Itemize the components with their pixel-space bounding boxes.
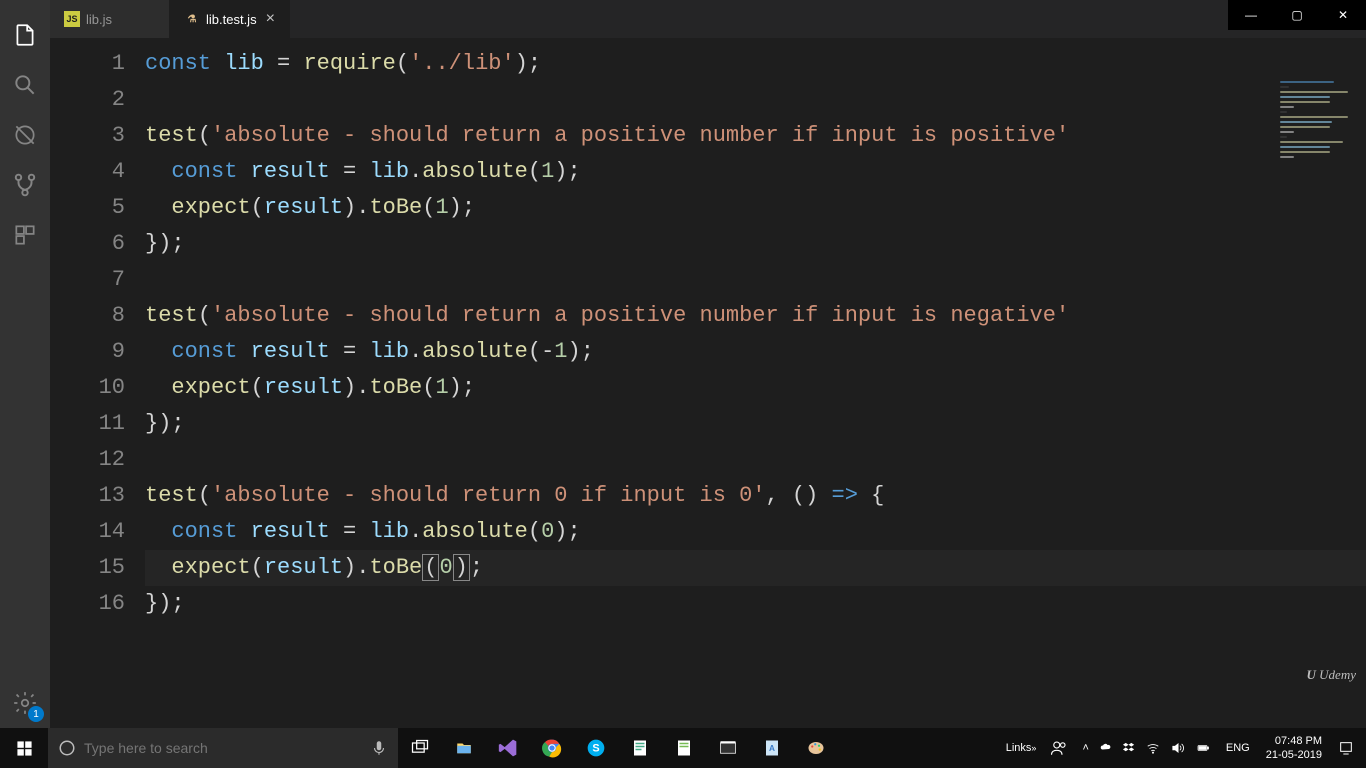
file-explorer-icon[interactable] xyxy=(442,728,486,768)
source-control-icon[interactable] xyxy=(0,160,50,210)
udemy-watermark: U Udemy xyxy=(1307,667,1356,683)
mic-icon[interactable] xyxy=(370,739,388,757)
extensions-icon[interactable] xyxy=(0,210,50,260)
task-view-icon[interactable] xyxy=(398,728,442,768)
clock-time: 07:48 PM xyxy=(1275,734,1322,748)
minimize-button[interactable]: — xyxy=(1228,0,1274,30)
skype-icon[interactable]: S xyxy=(574,728,618,768)
settings-icon[interactable]: 1 xyxy=(0,678,50,728)
tab-label: lib.js xyxy=(86,12,112,27)
editor-tabs: JS lib.js ⚗ lib.test.js × xyxy=(50,0,1366,38)
settings-badge: 1 xyxy=(28,706,44,722)
code-editor[interactable]: 12345678910111213141516 const lib = requ… xyxy=(50,38,1366,728)
close-tab-icon[interactable]: × xyxy=(266,10,275,28)
links-toolbar[interactable]: Links » xyxy=(1000,728,1043,768)
system-tray[interactable]: ˄ xyxy=(1076,728,1217,768)
file-type-icon: ⚗ xyxy=(184,11,200,27)
paint-icon[interactable] xyxy=(794,728,838,768)
visual-studio-icon[interactable] xyxy=(486,728,530,768)
activity-bar: 1 xyxy=(0,0,50,728)
battery-icon[interactable] xyxy=(1194,742,1212,754)
taskbar: S A Links » ˄ ENG 07:48 PM 21-05-2019 xyxy=(0,728,1366,768)
search-icon[interactable] xyxy=(0,60,50,110)
start-button[interactable] xyxy=(0,728,48,768)
line-gutter: 12345678910111213141516 xyxy=(50,38,145,728)
close-button[interactable]: ✕ xyxy=(1320,0,1366,30)
minimap[interactable] xyxy=(1276,78,1366,198)
volume-icon[interactable] xyxy=(1170,741,1185,755)
onedrive-icon[interactable] xyxy=(1098,742,1113,754)
svg-text:A: A xyxy=(769,744,775,753)
file-type-icon: JS xyxy=(64,11,80,27)
search-input[interactable] xyxy=(84,740,362,756)
cortana-icon xyxy=(58,739,76,757)
tray-chevron-icon[interactable]: ˄ xyxy=(1082,742,1088,754)
chrome-icon[interactable] xyxy=(530,728,574,768)
people-icon[interactable] xyxy=(1044,728,1074,768)
window-controls: — ▢ ✕ xyxy=(1228,0,1366,30)
notifications-icon[interactable] xyxy=(1332,728,1360,768)
language-indicator[interactable]: ENG xyxy=(1220,728,1256,768)
debug-icon[interactable] xyxy=(0,110,50,160)
maximize-button[interactable]: ▢ xyxy=(1274,0,1320,30)
svg-text:S: S xyxy=(592,742,599,754)
app-icon-4[interactable]: A xyxy=(750,728,794,768)
dropbox-icon[interactable] xyxy=(1122,741,1136,755)
explorer-icon[interactable] xyxy=(0,10,50,60)
taskbar-search[interactable] xyxy=(48,728,398,768)
tab-lib-js[interactable]: JS lib.js xyxy=(50,0,170,38)
code-content[interactable]: const lib = require('../lib');test('abso… xyxy=(145,38,1366,728)
tab-label: lib.test.js xyxy=(206,12,257,27)
wifi-icon[interactable] xyxy=(1145,741,1161,755)
taskbar-clock[interactable]: 07:48 PM 21-05-2019 xyxy=(1258,734,1330,762)
app-icon-2[interactable] xyxy=(662,728,706,768)
tab-lib-test-js[interactable]: ⚗ lib.test.js × xyxy=(170,0,290,38)
clock-date: 21-05-2019 xyxy=(1266,748,1322,762)
app-icon-3[interactable] xyxy=(706,728,750,768)
app-icon-1[interactable] xyxy=(618,728,662,768)
